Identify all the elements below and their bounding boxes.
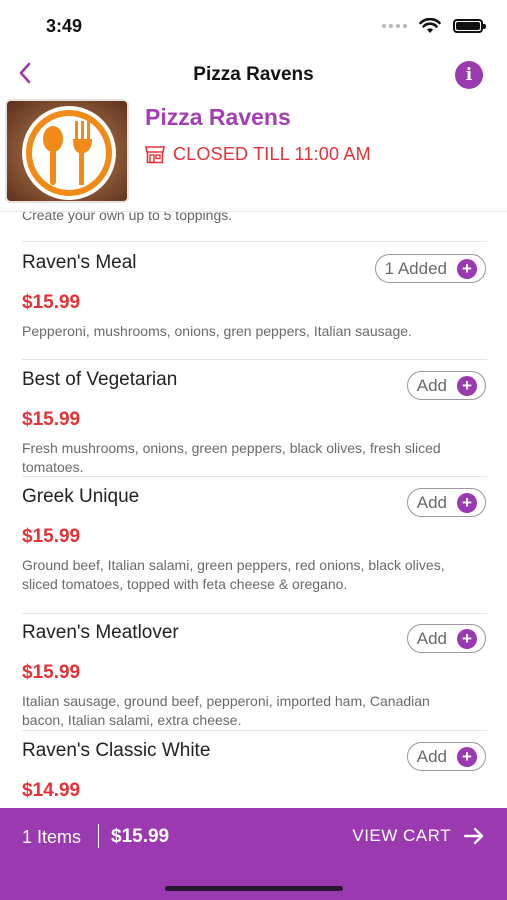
item-name: Best of Vegetarian xyxy=(22,369,178,390)
view-cart-label: VIEW CART xyxy=(352,826,451,845)
info-button[interactable]: i xyxy=(455,61,483,89)
status-icons xyxy=(382,18,486,34)
home-indicator[interactable] xyxy=(165,886,343,891)
item-name: Raven's Meal xyxy=(22,252,137,273)
item-name: Greek Unique xyxy=(22,486,140,507)
add-button-label: 1 Added xyxy=(384,258,447,278)
cart-bar[interactable]: 1 Items $15.99 VIEW CART xyxy=(0,808,507,900)
cart-item-count: 1 Items xyxy=(22,827,82,847)
restaurant-logo xyxy=(5,99,129,203)
divider xyxy=(22,613,487,614)
add-button-label: Add xyxy=(416,746,447,766)
add-button[interactable]: Add + xyxy=(406,371,486,400)
item-description: Create your own up to 5 toppings. xyxy=(22,212,233,223)
restaurant-status: CLOSED TILL 11:00 AM xyxy=(145,144,371,165)
add-button[interactable]: Add + xyxy=(406,488,486,517)
plus-icon: + xyxy=(457,258,477,279)
divider xyxy=(22,476,487,477)
divider xyxy=(22,359,487,360)
status-time: 3:49 xyxy=(46,16,83,36)
plus-icon: + xyxy=(457,375,477,396)
item-description: Pepperoni, mushrooms, onions, gren peppe… xyxy=(22,323,412,339)
view-cart-button[interactable]: VIEW CART xyxy=(352,826,485,846)
item-description: Fresh mushrooms, onions, green peppers, … xyxy=(22,440,441,475)
arrow-right-icon xyxy=(463,827,484,845)
restaurant-header: Pizza Ravens CLOSED TILL 11:00 AM xyxy=(0,96,507,212)
plus-icon: + xyxy=(457,492,477,513)
battery-icon xyxy=(453,19,486,33)
plus-icon: + xyxy=(457,628,477,649)
add-button[interactable]: Add + xyxy=(406,624,486,653)
item-price: $15.99 xyxy=(22,526,81,547)
divider xyxy=(22,730,487,731)
page-title: Pizza Ravens xyxy=(193,64,314,85)
add-button[interactable]: Add + xyxy=(406,742,486,771)
item-description: Italian sausage, ground beef, pepperoni,… xyxy=(22,693,430,728)
item-price: $15.99 xyxy=(22,409,81,430)
add-button-label: Add xyxy=(416,628,447,648)
menu-list[interactable]: Create your own up to 5 toppings. Raven'… xyxy=(0,212,507,808)
item-price: $15.99 xyxy=(22,292,81,313)
storefront-icon xyxy=(145,145,165,163)
cart-separator xyxy=(98,824,99,848)
restaurant-name: Pizza Ravens xyxy=(145,104,291,130)
nav-bar: Pizza Ravens i xyxy=(0,52,507,96)
divider xyxy=(22,241,487,242)
item-name: Raven's Classic White xyxy=(22,740,211,761)
signal-dots-icon xyxy=(382,24,407,28)
item-price: $15.99 xyxy=(22,662,81,683)
added-button[interactable]: 1 Added + xyxy=(374,254,486,283)
cart-total: $15.99 xyxy=(111,826,170,847)
add-button-label: Add xyxy=(416,375,447,395)
closed-status-text: CLOSED TILL 11:00 AM xyxy=(173,144,371,164)
status-bar: 3:49 xyxy=(0,0,507,50)
wifi-icon xyxy=(419,18,441,33)
item-price: $14.99 xyxy=(22,780,81,801)
add-button-label: Add xyxy=(416,492,447,512)
item-name: Raven's Meatlover xyxy=(22,622,179,643)
item-description: Ground beef, Italian salami, green peppe… xyxy=(22,557,445,592)
plus-icon: + xyxy=(457,746,477,767)
